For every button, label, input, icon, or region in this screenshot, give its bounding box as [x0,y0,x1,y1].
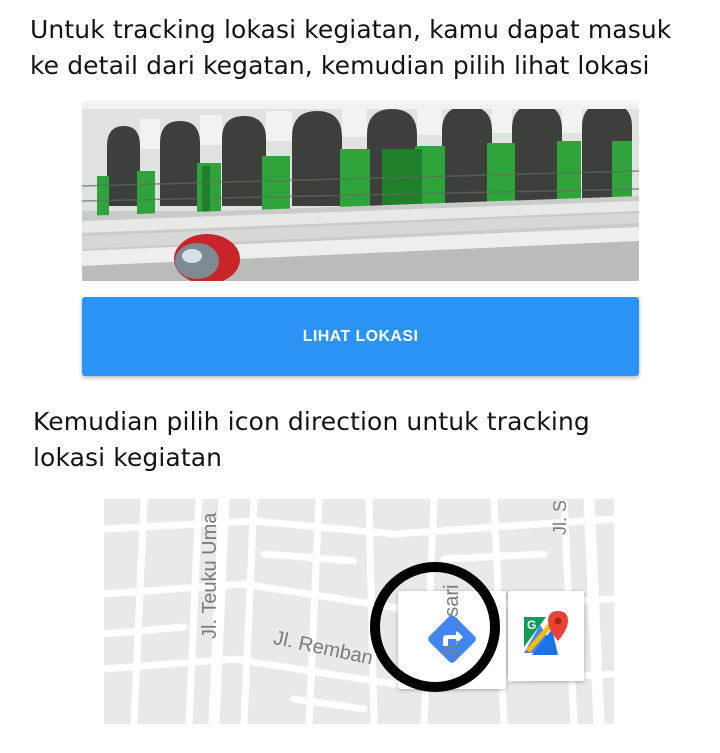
street-label-teuku-umar: Jl. Teuku Uma [199,512,221,639]
venue-photo [82,101,639,281]
google-maps-button[interactable]: G [508,591,584,681]
highlight-circle [370,562,500,692]
map-preview[interactable]: Jl. Teuku Uma Jl. Remban Jl. S G Jl. ...… [104,499,614,724]
instruction-step-2: Kemudian pilih icon direction untuk trac… [33,407,590,472]
svg-text:G: G [527,618,536,632]
street-label-top: Jl. S [550,499,570,535]
google-maps-icon: G [524,611,568,655]
instruction-step-1: Untuk tracking lokasi kegiatan, kamu dap… [30,15,672,80]
lihat-lokasi-button[interactable]: LIHAT LOKASI [82,297,639,376]
